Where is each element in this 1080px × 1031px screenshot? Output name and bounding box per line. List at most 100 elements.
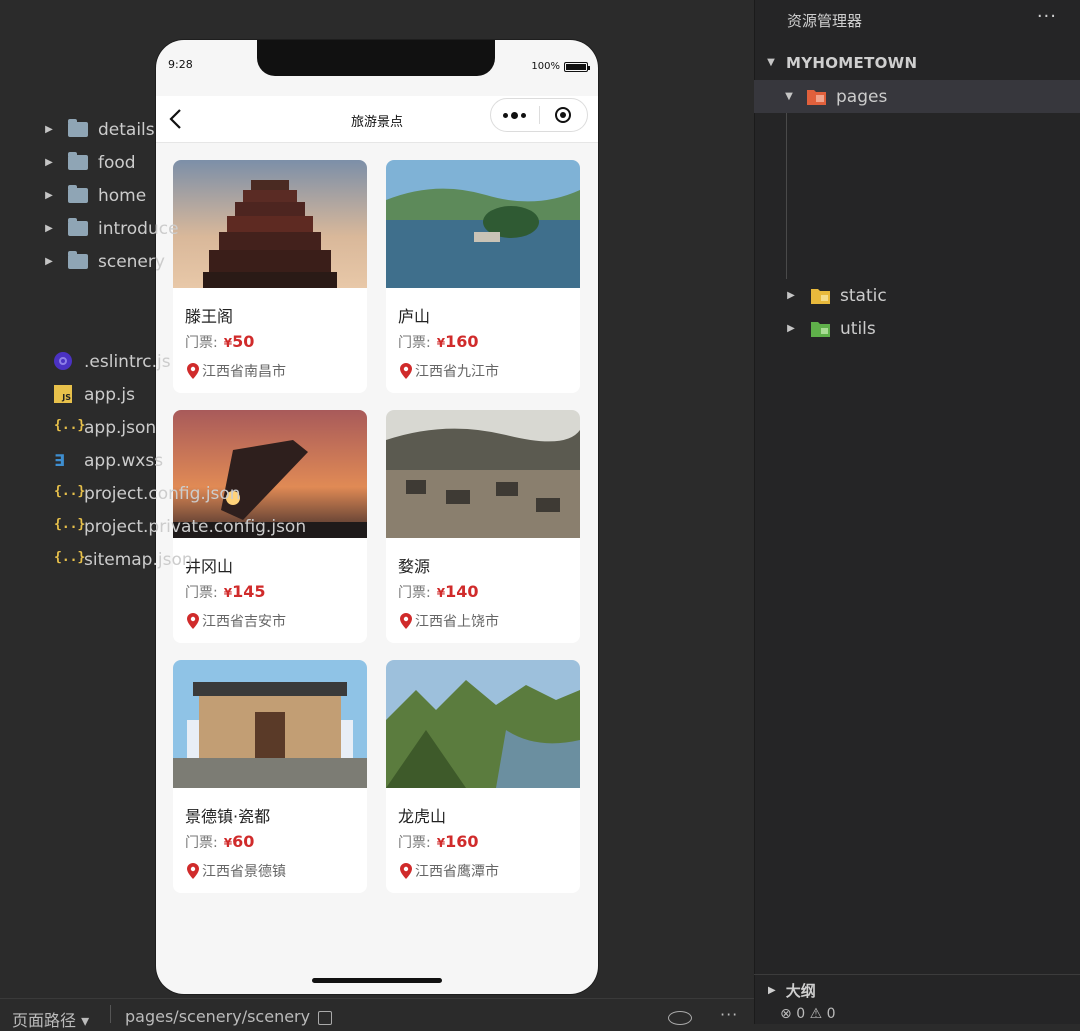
more-icon[interactable]: ··· [720,1005,738,1024]
location-pin-icon [400,363,412,379]
target-icon [555,107,572,123]
tree-label: pages [836,86,888,107]
more-dots-icon [503,111,527,119]
more-actions-icon[interactable]: ··· [1037,6,1057,27]
tree-label: app.js [84,384,135,405]
tree-folder-pages[interactable]: ▼ pages [754,80,1080,113]
ticket-price: 门票: ¥145 [185,582,266,601]
problems-indicator[interactable]: ⊗ 0 ⚠ 0 [780,1006,836,1022]
tree-label: .eslintrc.js [84,351,171,372]
root-folder-label: MYHOMETOWN [786,53,918,72]
tree-label: food [98,152,136,173]
phone-notch [257,40,495,76]
tree-label: introduce [98,218,179,239]
tree-label: app.json [84,417,157,438]
status-battery: 100% [531,61,590,72]
tree-folder-static[interactable]: ▶ static [754,279,1080,312]
tree-file[interactable]: ∃ app.wxss [0,444,326,477]
tree-label: app.wxss [84,450,164,471]
chevron-right-icon: ▶ [45,190,53,201]
tree-folder-scenery[interactable]: ▶ scenery [0,245,326,278]
eslint-icon [54,351,74,372]
scenery-card[interactable]: 庐山门票: ¥160 江西省九江市 [386,160,580,393]
folder-icon [68,217,88,239]
battery-percent: 100% [531,61,560,72]
tree-file[interactable]: .eslintrc.js [0,345,326,378]
scenery-name: 景德镇·瓷都 [185,807,271,826]
chevron-right-icon: ▶ [45,256,53,267]
close-miniprogram-button[interactable] [540,99,588,131]
scenery-photo [173,660,367,788]
ticket-price: 门票: ¥160 [398,332,479,351]
scenery-name: 婺源 [398,557,431,576]
page-path-value: pages/scenery/scenery [125,1007,311,1026]
location: 江西省景德镇 [187,861,286,881]
location-pin-icon [187,863,199,879]
chevron-right-icon: ▶ [45,124,53,135]
scenery-card[interactable]: 婺源 门票: ¥140 江西省上饶市 [386,410,580,643]
ticket-price: 门票: ¥60 [185,832,255,851]
eye-icon[interactable] [668,1011,692,1025]
scenery-name: 龙虎山 [398,807,447,826]
chevron-down-icon: ▼ [785,91,793,102]
tree-file[interactable]: {..} project.private.config.json [0,510,326,543]
warning-icon: ⚠ [809,1006,823,1022]
chevron-right-icon: ▶ [787,290,795,301]
tree-file[interactable]: {..} app.json [0,411,326,444]
page-path-label[interactable]: 页面路径 ▾ [12,1007,89,1031]
chevron-down-icon: ▼ [767,57,775,68]
location: 江西省上饶市 [400,611,499,631]
tree-folder-introduce[interactable]: ▶ introduce [0,212,326,245]
chevron-right-icon: ▶ [45,223,53,234]
warning-count: 0 [826,1006,836,1022]
explorer-panel: 资源管理器 ··· [754,0,1080,1024]
outline-label: 大纲 [785,981,816,1000]
tree-label: details [98,119,155,140]
copy-icon[interactable] [318,1011,332,1025]
tree-label: utils [840,318,876,339]
location: 江西省九江市 [400,361,499,381]
folder-icon [68,250,88,272]
chevron-right-icon: ▶ [45,157,53,168]
chevron-right-icon: ▶ [787,323,795,334]
tree-folder-food[interactable]: ▶ food [0,146,326,179]
scenery-card[interactable]: 龙虎山门票: ¥160 江西省鹰潭市 [386,660,580,893]
scenery-photo [386,660,580,788]
chevron-right-icon: ▶ [768,984,776,996]
scenery-photo [386,410,580,538]
scenery-name: 庐山 [398,307,431,326]
css-icon: ∃ [54,450,65,470]
utils-folder-icon [810,319,830,339]
ticket-price: 门票: ¥160 [398,832,479,851]
json-icon: {..} [54,483,86,499]
location: 江西省鹰潭市 [400,861,499,881]
static-folder-icon [810,286,830,306]
tree-file[interactable]: JS app.js [0,378,326,411]
folder-icon [68,184,88,206]
tree-label: home [98,185,147,206]
page-path-bar: 页面路径 ▾ pages/scenery/scenery ··· [0,998,754,1030]
scenery-card[interactable]: 景德镇·瓷都 门票: ¥60 江西省景德镇 [173,660,367,893]
explorer-title: 资源管理器 [787,12,863,30]
status-time: 9:28 [168,58,193,71]
outline-section[interactable]: ▶ 大纲 [754,974,1080,1005]
location-pin-icon [400,613,412,629]
json-icon: {..} [54,516,86,532]
battery-icon [564,61,590,72]
tree-folder-home[interactable]: ▶ home [0,179,326,212]
tree-file[interactable]: {..} sitemap.json [0,543,326,576]
menu-capsule [490,98,588,132]
tree-file[interactable]: {..} project.config.json [0,477,326,510]
tree-folder-utils[interactable]: ▶ utils [754,312,1080,345]
location-pin-icon [187,613,199,629]
json-icon: {..} [54,549,86,565]
tree-root[interactable]: ▼ MYHOMETOWN [754,46,1080,79]
folder-icon [68,118,88,140]
tree-label: project.private.config.json [84,516,307,537]
location-pin-icon [400,863,412,879]
json-icon: {..} [54,417,86,433]
tree-label: sitemap.json [84,549,193,570]
error-icon: ⊗ [780,1006,792,1022]
tree-folder-details[interactable]: ▶ details [0,113,326,146]
more-options-button[interactable] [491,99,539,131]
